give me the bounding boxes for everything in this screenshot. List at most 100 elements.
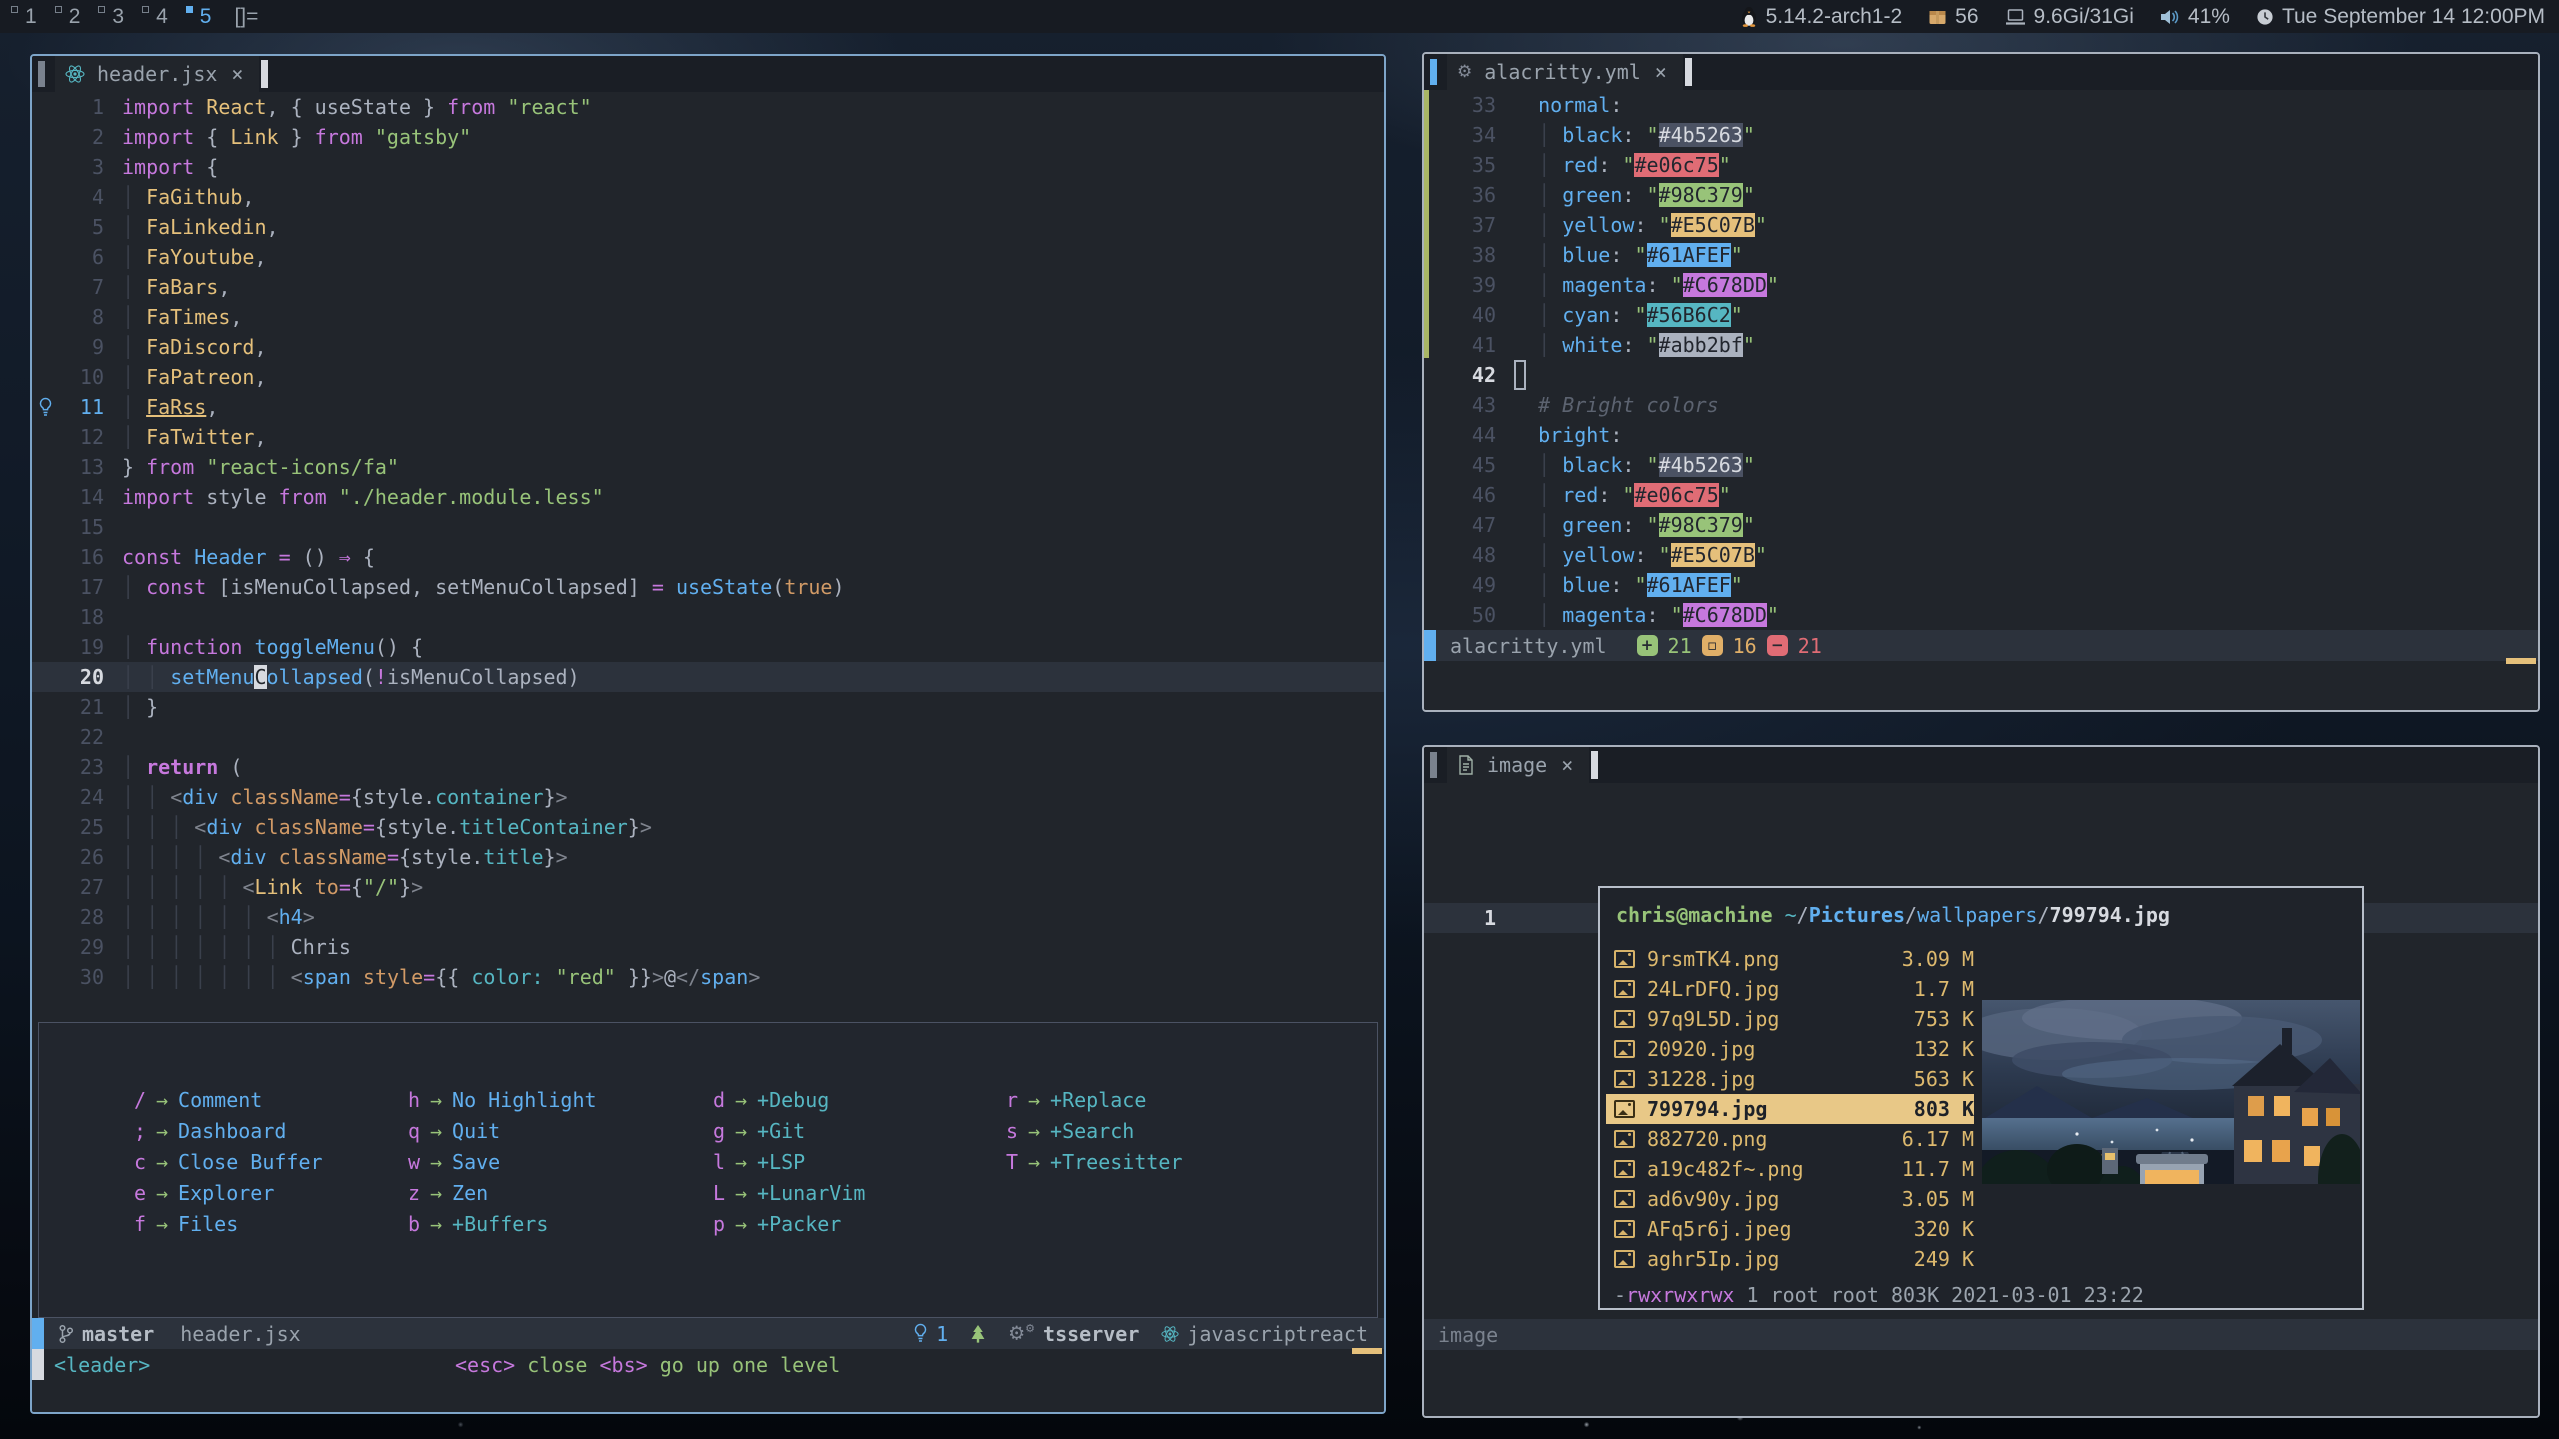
code-line[interactable]: 18 — [32, 602, 1384, 632]
code-line[interactable]: 24│ │ <div className={style.container}> — [32, 782, 1384, 812]
workspace-tag-5[interactable]: 5 — [181, 3, 225, 31]
code-line[interactable]: 46 │ red: "#e06c75" — [1424, 480, 2538, 510]
file-row[interactable]: 97q9L5D.jpg753 K — [1606, 1004, 1974, 1034]
code-line[interactable]: 28│ │ │ │ │ │ <h4> — [32, 902, 1384, 932]
whichkey-label: +Replace — [1050, 1085, 1146, 1116]
code-text: │ blue: "#61AFEF" — [1496, 240, 1743, 270]
code-buffer-header-jsx[interactable]: 1import React, { useState } from "react"… — [32, 92, 1384, 1022]
line-number: 41 — [1450, 330, 1496, 360]
code-text: │ FaLinkedin, — [104, 212, 279, 242]
code-line[interactable]: 21│ } — [32, 692, 1384, 722]
lsp-server-name: tsserver — [1043, 1322, 1139, 1346]
code-line[interactable]: 9│ FaDiscord, — [32, 332, 1384, 362]
window-filler — [1424, 1350, 2538, 1416]
line-gutter: 2 — [32, 122, 104, 152]
code-text: │ FaBars, — [104, 272, 230, 302]
code-line[interactable]: 20│ │ setMenuCollapsed(!isMenuCollapsed) — [32, 662, 1384, 692]
scrollbar-indicator[interactable] — [2506, 658, 2536, 664]
close-icon[interactable]: × — [1653, 60, 1669, 84]
code-line[interactable]: 6│ FaYoutube, — [32, 242, 1384, 272]
code-line[interactable]: 33 normal: — [1424, 90, 2538, 120]
code-line[interactable]: 4│ FaGithub, — [32, 182, 1384, 212]
code-line[interactable]: 49 │ blue: "#61AFEF" — [1424, 570, 2538, 600]
workspace-tag-3[interactable]: 3 — [93, 3, 137, 31]
line-number: 2 — [58, 122, 104, 152]
workspace-tag-1[interactable]: 1 — [6, 3, 50, 31]
code-line[interactable]: 23│ return ( — [32, 752, 1384, 782]
whichkey-key: s — [1002, 1116, 1018, 1147]
code-line[interactable]: 41 │ white: "#abb2bf" — [1424, 330, 2538, 360]
code-line[interactable]: 50 │ magenta: "#C678DD" — [1424, 600, 2538, 630]
code-line[interactable]: 36 │ green: "#98C379" — [1424, 180, 2538, 210]
code-line[interactable]: 5│ FaLinkedin, — [32, 212, 1384, 242]
code-line[interactable]: 37 │ yellow: "#E5C07B" — [1424, 210, 2538, 240]
tab-title: alacritty.yml — [1484, 60, 1641, 84]
code-line[interactable]: 15 — [32, 512, 1384, 542]
file-row[interactable]: 882720.png6.17 M — [1606, 1124, 1974, 1154]
code-line[interactable]: 39 │ magenta: "#C678DD" — [1424, 270, 2538, 300]
code-line[interactable]: 3import { — [32, 152, 1384, 182]
code-line[interactable]: 19│ function toggleMenu() { — [32, 632, 1384, 662]
file-row[interactable]: 20920.jpg132 K — [1606, 1034, 1974, 1064]
file-row[interactable]: 31228.jpg563 K — [1606, 1064, 1974, 1094]
code-line[interactable]: 45 │ black: "#4b5263" — [1424, 450, 2538, 480]
code-line[interactable]: 13} from "react-icons/fa" — [32, 452, 1384, 482]
code-line[interactable]: 7│ FaBars, — [32, 272, 1384, 302]
code-line[interactable]: 12│ FaTwitter, — [32, 422, 1384, 452]
code-line[interactable]: 27│ │ │ │ │ <Link to={"/"}> — [32, 872, 1384, 902]
mode-indicator-block — [32, 1318, 44, 1349]
workspace-tag-4[interactable]: 4 — [137, 3, 181, 31]
tabline-offset-mark — [38, 61, 45, 87]
tab-image[interactable]: image × — [1447, 747, 1589, 783]
code-line[interactable]: 26│ │ │ │ <div className={style.title}> — [32, 842, 1384, 872]
code-line[interactable]: 8│ FaTimes, — [32, 302, 1384, 332]
code-line[interactable]: 42 — [1424, 360, 2538, 390]
cmdline-left[interactable]: <leader> <esc> close <bs> go up one leve… — [32, 1349, 1384, 1380]
whichkey-label: No Highlight — [452, 1085, 597, 1116]
file-row[interactable]: AFq5r6j.jpeg320 K — [1606, 1214, 1974, 1244]
file-row[interactable]: 9rsmTK4.png3.09 M — [1606, 944, 1974, 974]
code-line[interactable]: 38 │ blue: "#61AFEF" — [1424, 240, 2538, 270]
code-line[interactable]: 30│ │ │ │ │ │ │ <span style={{ color: "r… — [32, 962, 1384, 992]
code-line[interactable]: 34 │ black: "#4b5263" — [1424, 120, 2538, 150]
code-line[interactable]: 29│ │ │ │ │ │ │ Chris — [32, 932, 1384, 962]
scrollbar-indicator[interactable] — [1352, 1348, 1382, 1354]
line-number: 22 — [58, 722, 104, 752]
code-line[interactable]: 17│ const [isMenuCollapsed, setMenuColla… — [32, 572, 1384, 602]
file-size: 132 K — [1864, 1034, 1974, 1064]
code-text: normal: — [1496, 90, 1622, 120]
whichkey-label: Comment — [178, 1085, 262, 1116]
line-gutter: 47 — [1424, 510, 1496, 540]
code-line[interactable]: 14import style from "./header.module.les… — [32, 482, 1384, 512]
file-row-selected[interactable]: 799794.jpg803 K — [1606, 1094, 1974, 1124]
file-row[interactable]: ad6v90y.jpg3.05 M — [1606, 1184, 1974, 1214]
code-buffer-image[interactable]: chris@machine ~/Pictures/wallpapers/7997… — [1424, 783, 2538, 1319]
file-row[interactable]: aghr5Ip.jpg249 K — [1606, 1244, 1974, 1274]
code-line[interactable]: 48 │ yellow: "#E5C07B" — [1424, 540, 2538, 570]
code-line[interactable]: 2import { Link } from "gatsby" — [32, 122, 1384, 152]
code-line[interactable]: 11│ FaRss, — [32, 392, 1384, 422]
file-row[interactable]: a19c482f~.png11.7 M — [1606, 1154, 1974, 1184]
code-line[interactable]: 25│ │ │ <div className={style.titleConta… — [32, 812, 1384, 842]
code-buffer-alacritty-yml[interactable]: 33 normal:34 │ black: "#4b5263"35 │ red:… — [1424, 90, 2538, 630]
close-icon[interactable]: × — [1559, 753, 1575, 777]
layout-symbol[interactable]: []= — [234, 5, 258, 29]
code-line[interactable]: 44 bright: — [1424, 420, 2538, 450]
tab-header-jsx[interactable]: header.jsx × — [55, 56, 259, 92]
code-line[interactable]: 1import React, { useState } from "react" — [32, 92, 1384, 122]
code-line[interactable]: 22 — [32, 722, 1384, 752]
code-line[interactable]: 35 │ red: "#e06c75" — [1424, 150, 2538, 180]
tab-alacritty-yml[interactable]: ⚙ alacritty.yml × — [1447, 54, 1683, 90]
file-row[interactable]: 24LrDFQ.jpg1.7 M — [1606, 974, 1974, 1004]
code-line[interactable]: 16const Header = () ⇒ { — [32, 542, 1384, 572]
code-line[interactable]: 40 │ cyan: "#56B6C2" — [1424, 300, 2538, 330]
code-line[interactable]: 43 # Bright colors — [1424, 390, 2538, 420]
window-editor-left: header.jsx × 1import React, { useState }… — [30, 54, 1386, 1414]
code-line[interactable]: 47 │ green: "#98C379" — [1424, 510, 2538, 540]
line-gutter: 20 — [32, 662, 104, 692]
line-number: 34 — [1450, 120, 1496, 150]
code-line[interactable]: 10│ FaPatreon, — [32, 362, 1384, 392]
line-number: 5 — [58, 212, 104, 242]
close-icon[interactable]: × — [229, 62, 245, 86]
workspace-tag-2[interactable]: 2 — [50, 3, 94, 31]
